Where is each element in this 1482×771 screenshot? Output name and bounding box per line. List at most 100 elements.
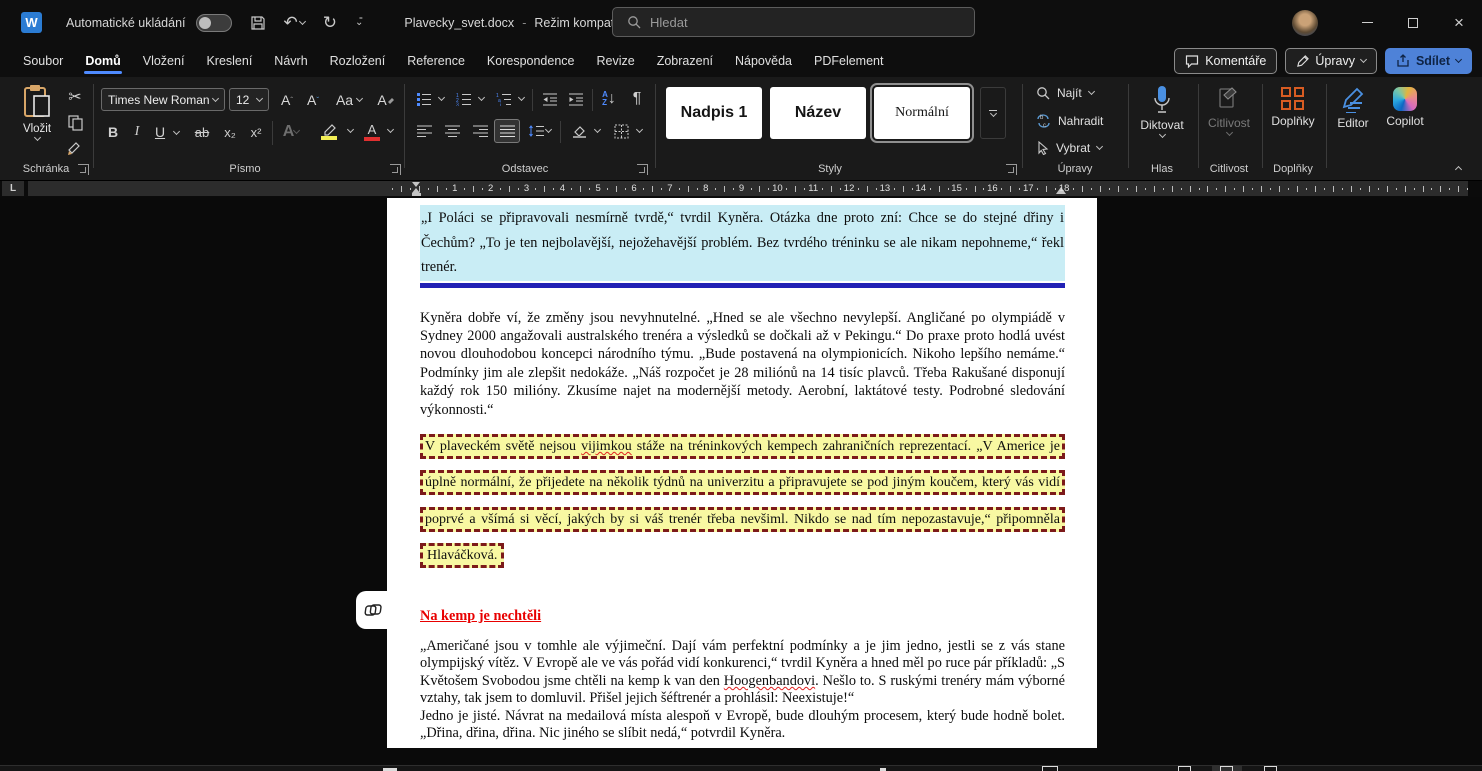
bullets-options-button[interactable] — [436, 91, 447, 107]
styles-more-button[interactable] — [980, 87, 1006, 139]
cut-button[interactable]: ✂ — [64, 87, 86, 107]
section-heading[interactable]: Na kemp je nechtěli — [420, 608, 1065, 625]
focus-view-button[interactable] — [1042, 766, 1058, 771]
highlight-color-button[interactable] — [316, 119, 342, 143]
highlight-options-button[interactable] — [344, 123, 356, 139]
shading-options-button[interactable] — [592, 123, 603, 139]
print-layout-button[interactable] — [1212, 765, 1242, 771]
comments-button[interactable]: Komentáře — [1174, 48, 1278, 74]
show-marks-button[interactable]: ¶ — [626, 87, 648, 111]
style-card-norm-ln-[interactable]: Normální — [870, 83, 974, 143]
increase-indent-button[interactable] — [564, 89, 588, 109]
shrink-font-button[interactable]: Aˇ — [301, 89, 325, 111]
autosave-toggle[interactable] — [195, 13, 232, 32]
sort-button[interactable]: A Z ↓ — [596, 87, 622, 111]
copilot-margin-button[interactable] — [356, 591, 391, 629]
tab-rozlo-en-[interactable]: Rozložení — [319, 48, 397, 74]
document-title[interactable]: Plavecky_svet.docx - Režim kompati... — [404, 16, 642, 30]
tab-soubor[interactable]: Soubor — [12, 48, 74, 74]
font-dialog-launcher[interactable] — [390, 164, 401, 175]
subscript-button[interactable]: x₂ — [218, 121, 242, 143]
qat-overflow-button[interactable]: ⌄̄ — [355, 17, 363, 28]
multilevel-options-button[interactable] — [516, 91, 527, 107]
decrease-indent-button[interactable] — [538, 89, 562, 109]
horizontal-ruler[interactable]: 1 2 3 4 5 6 7 8 9 10 11 12 13 14 15 16 17 18 — [28, 181, 1469, 196]
numbering-options-button[interactable] — [476, 91, 487, 107]
borders-options-button[interactable] — [634, 123, 645, 139]
numbering-button[interactable]: 123 — [452, 89, 476, 109]
underline-button[interactable]: U — [150, 121, 170, 143]
borders-button[interactable] — [608, 121, 634, 141]
copy-button[interactable] — [64, 113, 86, 133]
align-right-button[interactable] — [468, 121, 492, 141]
font-color-button[interactable]: A — [362, 119, 382, 143]
clipboard-dialog-launcher[interactable] — [78, 164, 89, 175]
editing-mode-button[interactable]: Úpravy — [1285, 48, 1377, 74]
underline-options-button[interactable] — [170, 125, 182, 141]
font-name-combo[interactable]: Times New Roman — [101, 88, 225, 111]
minimize-button[interactable] — [1344, 0, 1390, 45]
tab-reference[interactable]: Reference — [396, 48, 476, 74]
paste-button[interactable]: Vložit — [12, 84, 62, 166]
italic-button[interactable]: I — [128, 121, 146, 143]
clear-formatting-button[interactable]: A — [374, 89, 398, 111]
line-spacing-button[interactable] — [526, 121, 552, 141]
save-button[interactable] — [250, 15, 266, 31]
bold-button[interactable]: B — [103, 121, 123, 143]
change-case-button[interactable]: Aa — [332, 89, 366, 111]
bullets-button[interactable] — [412, 89, 436, 109]
grow-font-button[interactable]: Aˆ — [275, 89, 299, 111]
multilevel-list-button[interactable]: 1ai — [492, 89, 516, 109]
maximize-button[interactable] — [1390, 0, 1436, 45]
font-color-options-button[interactable] — [384, 123, 396, 139]
style-card-nadpis-1[interactable]: Nadpis 1 — [666, 87, 762, 139]
tab-kreslen-[interactable]: Kreslení — [195, 48, 263, 74]
highlight-line[interactable]: úplně normální, že přijedete na několik … — [420, 470, 1065, 496]
text-effects-button[interactable]: A — [278, 121, 304, 143]
select-button[interactable]: Vybrat — [1036, 141, 1104, 155]
paragraph-body[interactable]: Jedno je jisté. Návrat na medailová míst… — [420, 708, 1065, 743]
redo-button[interactable]: ↻ — [323, 13, 337, 33]
avatar[interactable] — [1292, 9, 1318, 36]
document-page[interactable]: „I Poláci se připravovali nesmírně tvrdě… — [356, 198, 1097, 748]
tab-stop-selector[interactable]: L — [2, 181, 24, 196]
undo-button[interactable]: ↶ — [284, 13, 306, 33]
paragraph-body[interactable]: „Američané jsou v tomhle ale výjimeční. … — [420, 638, 1065, 708]
highlight-line[interactable]: V plaveckém světě nejsou vijimkou stáže … — [420, 433, 1065, 459]
highlight-line[interactable]: Hlaváčková. — [420, 543, 505, 569]
replace-button[interactable]: bc Nahradit — [1036, 114, 1103, 128]
dictate-button[interactable]: Diktovat — [1132, 85, 1192, 139]
find-button[interactable]: Najít — [1036, 86, 1095, 100]
addins-button[interactable]: Doplňky — [1264, 87, 1322, 128]
styles-dialog-launcher[interactable] — [1006, 164, 1017, 175]
paragraph-highlight-cyan[interactable]: „I Poláci se připravovali nesmírně tvrdě… — [420, 205, 1065, 281]
tab-pdfelement[interactable]: PDFelement — [803, 48, 894, 74]
word-logo-icon[interactable]: W — [21, 12, 42, 33]
share-button[interactable]: Sdílet — [1384, 48, 1472, 74]
copilot-button[interactable]: Copilot — [1380, 87, 1430, 128]
editor-button[interactable]: Editor — [1330, 87, 1376, 130]
align-left-button[interactable] — [412, 121, 436, 141]
close-button[interactable]: × — [1436, 0, 1482, 45]
font-size-combo[interactable]: 12 — [229, 88, 269, 111]
tab-dom-[interactable]: Domů — [74, 48, 131, 74]
justify-button[interactable] — [494, 119, 520, 143]
search-input[interactable]: Hledat — [612, 7, 975, 37]
paragraph-dialog-launcher[interactable] — [637, 164, 648, 175]
tab-n-pov-da[interactable]: Nápověda — [724, 48, 803, 74]
read-mode-button[interactable] — [1178, 766, 1191, 771]
align-center-button[interactable] — [440, 121, 464, 141]
strikethrough-button[interactable]: ab — [190, 121, 214, 143]
tab-zobrazen-[interactable]: Zobrazení — [646, 48, 724, 74]
superscript-button[interactable]: x² — [244, 121, 268, 143]
style-card-n-zev[interactable]: Název — [770, 87, 866, 139]
web-layout-button[interactable] — [1264, 766, 1277, 771]
tab-n-vrh[interactable]: Návrh — [263, 48, 318, 74]
tab-revize[interactable]: Revize — [586, 48, 646, 74]
shading-button[interactable] — [566, 121, 592, 141]
highlight-line[interactable]: poprvé a všímá si věcí, jakých by si váš… — [420, 506, 1065, 532]
collapse-ribbon-button[interactable] — [1448, 160, 1468, 176]
tab-vlo-en-[interactable]: Vložení — [132, 48, 196, 74]
tab-korespondence[interactable]: Korespondence — [476, 48, 586, 74]
paragraph-body[interactable]: Kyněra dobře ví, že změny jsou nevyhnute… — [420, 309, 1065, 419]
